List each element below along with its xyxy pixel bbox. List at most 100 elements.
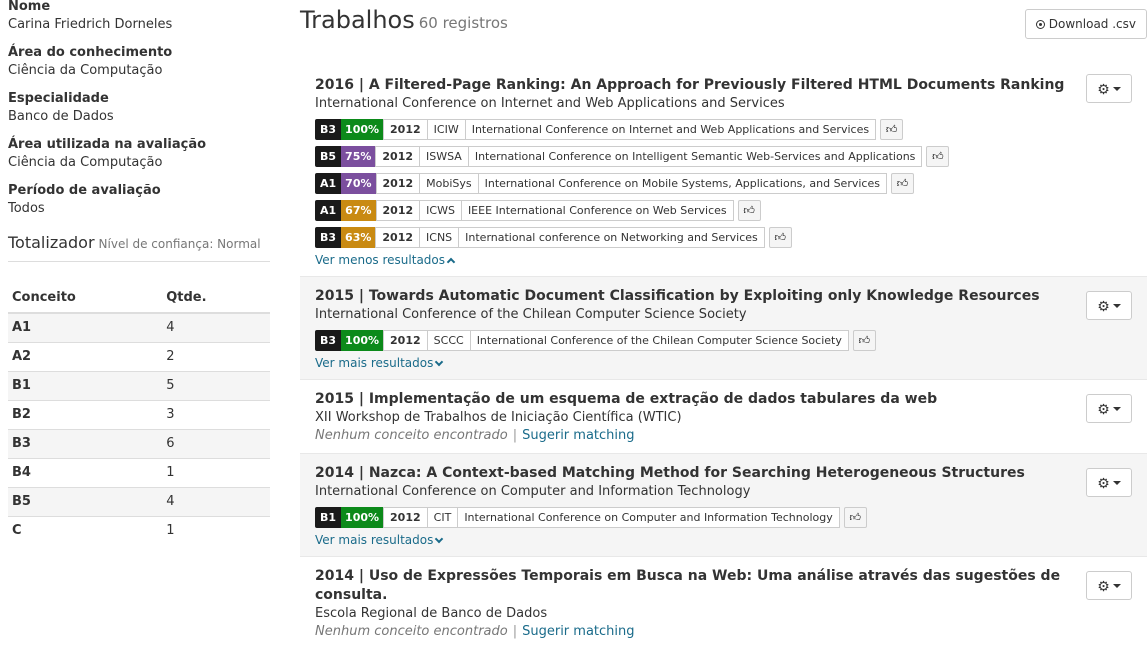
work-title: 2016 | A Filtered-Page Ranking: An Appro… (315, 77, 1065, 93)
caret-down-icon (1112, 303, 1121, 308)
chevron-down-icon (435, 357, 444, 366)
thumbs-up-icon: 👍︎ (885, 124, 898, 136)
qty-cell: 3 (146, 399, 270, 429)
match-venue-name: International Conference on Intelligent … (468, 146, 923, 167)
profile-field: Área do conhecimento Ciência da Computaçã… (0, 44, 275, 80)
match-venue-name: International Conference on Internet and… (465, 119, 877, 140)
work-title: 2015 | Implementação de um esquema de ex… (315, 391, 938, 407)
profile-fields: Nome Carina Friedrich Dorneles Área do con… (0, 0, 275, 218)
thumbs-up-button[interactable]: 👍︎ (852, 330, 876, 351)
match-row: B5 75% 2012 ISWSA International Conference o… (315, 146, 1132, 167)
sidebar: Nome Carina Friedrich Dorneles Área do con… (0, 0, 275, 545)
thumbs-up-button[interactable]: 👍︎ (768, 227, 792, 248)
concept-badge: B5 (315, 146, 342, 167)
actions-dropdown-button[interactable]: ⚙ (1086, 394, 1132, 423)
thumbs-up-icon: 👍︎ (858, 335, 871, 347)
page-title: Trabalhos 60 registros (300, 6, 508, 34)
record-count: 60 registros (418, 14, 508, 32)
qty-cell: 2 (146, 341, 270, 371)
match-year: 2012 (375, 227, 421, 248)
concept-badge: A1 (315, 200, 342, 221)
field-value: Ciência da Computação (8, 63, 163, 78)
match-row: A1 70% 2012 MobiSys International Conference… (315, 173, 1132, 194)
more-label: Ver menos resultados (315, 253, 446, 267)
caret-down-icon (1112, 583, 1121, 588)
match-acronym: SCCC (427, 330, 471, 351)
field-value: Ciência da Computação (8, 155, 163, 170)
match-venue-name: International Conference on Mobile Syste… (478, 173, 887, 194)
concept-badge: B3 (315, 119, 342, 140)
match-year: 2012 (383, 119, 428, 140)
match-percent-badge: 100% (341, 330, 384, 351)
actions-dropdown-button[interactable]: ⚙ (1086, 468, 1132, 497)
profile-field: Nome Carina Friedrich Dorneles (0, 0, 275, 34)
gear-icon: ⚙ (1097, 400, 1110, 417)
field-value: Todos (8, 201, 45, 216)
totalizer-row: C1 (8, 515, 270, 545)
thumbs-up-icon: 👍︎ (849, 512, 861, 524)
totalizer-row: A2 2 (8, 341, 270, 371)
match-venue-name: International Conference on Computer and… (458, 507, 840, 528)
thumbs-up-icon: 👍︎ (896, 178, 909, 190)
gear-icon: ⚙ (1097, 577, 1110, 594)
qty-cell: 1 (146, 515, 270, 545)
field-label: Área utilizada na avaliação (8, 137, 207, 152)
show-more-link[interactable]: Ver mais resultados (315, 532, 444, 548)
match-year: 2012 (375, 173, 421, 194)
totalizer-row: A1 4 (8, 312, 270, 342)
match-year: 2012 (383, 507, 428, 528)
totalizer-row: B2 3 (8, 399, 270, 429)
separator: | (512, 428, 518, 443)
download-csv-button[interactable]: Download .csv (1024, 9, 1147, 39)
field-label: Área do conhecimento (8, 45, 173, 60)
actions-dropdown-button[interactable]: ⚙ (1086, 291, 1132, 320)
concept-cell: B3 (8, 428, 147, 458)
gear-icon: ⚙ (1097, 297, 1110, 314)
match-row: B1 100% 2012 CIT International Conference on… (315, 507, 1132, 528)
thumbs-up-button[interactable]: 👍︎ (890, 173, 914, 194)
suggest-matching-link[interactable]: Sugerir matching (522, 428, 634, 443)
totalizer-header-row: Conceito Qtde. (8, 286, 270, 314)
concept-cell: C (8, 515, 147, 545)
no-concept-text: Nenhum conceito encontrado (315, 428, 508, 443)
concept-badge: A1 (315, 173, 342, 194)
more-label: Ver mais resultados (315, 533, 434, 547)
totalizer-row: B5 4 (8, 486, 270, 516)
qty-cell: 6 (146, 428, 270, 458)
field-label: Nome (8, 0, 51, 14)
totalizer-row: B1 5 (8, 370, 270, 400)
chevron-down-icon (435, 534, 444, 543)
match-year: 2012 (375, 146, 421, 167)
caret-down-icon (1112, 480, 1121, 485)
show-more-link[interactable]: Ver mais resultados (315, 355, 444, 371)
actions-dropdown-button[interactable]: ⚙ (1086, 74, 1132, 103)
col-concept-header: Conceito (8, 286, 147, 314)
match-percent-badge: 100% (341, 507, 384, 528)
thumbs-up-button[interactable]: 👍︎ (880, 119, 904, 140)
actions-dropdown-button[interactable]: ⚙ (1086, 571, 1132, 600)
match-acronym: ICIW (427, 119, 466, 140)
thumbs-up-button[interactable]: 👍︎ (843, 507, 867, 528)
work-venue: International Conference of the Chilean … (315, 307, 747, 322)
work-title: 2014 | Nazca: A Context-based Matching M… (315, 465, 1025, 481)
match-acronym: CIT (427, 507, 459, 528)
profile-field: Área utilizada na avaliação Ciência da Co… (0, 136, 275, 172)
concept-badge: B1 (315, 507, 342, 528)
no-concept-line: Nenhum conceito encontrado | Sugerir match… (315, 623, 1132, 641)
thumbs-up-button[interactable]: 👍︎ (737, 200, 761, 221)
more-label: Ver mais resultados (315, 356, 434, 370)
page-title-text: Trabalhos (300, 6, 415, 34)
concept-cell: A1 (8, 312, 147, 342)
thumbs-up-button[interactable]: 👍︎ (926, 146, 950, 167)
gear-icon: ⚙ (1097, 474, 1110, 491)
work-title: 2014 | Uso de Expressões Temporais em Bu… (315, 568, 1061, 603)
concept-cell: A2 (8, 341, 147, 371)
totalizer-subtitle: Nível de confiança: Normal (98, 237, 261, 251)
work-item: 2014 | Uso de Expressões Temporais em Bu… (300, 557, 1147, 648)
work-venue: XII Workshop de Trabalhos de Iniciação C… (315, 410, 682, 425)
suggest-matching-link[interactable]: Sugerir matching (522, 624, 634, 639)
match-venue-name: International conference on Networking a… (459, 227, 765, 248)
thumbs-up-icon: 👍︎ (932, 151, 944, 163)
show-less-link[interactable]: Ver menos resultados (315, 252, 456, 268)
work-title: 2015 | Towards Automatic Document Classi… (315, 288, 1040, 304)
